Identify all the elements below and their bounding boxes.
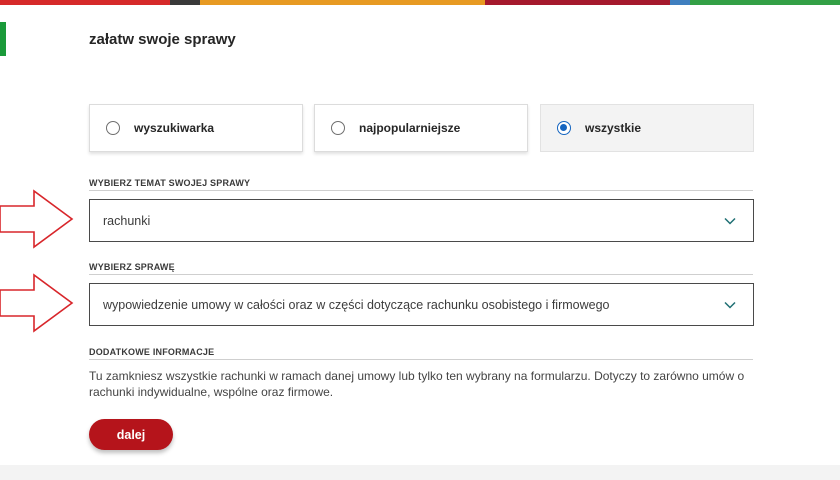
tab-label: najpopularniejsze <box>359 121 461 135</box>
chevron-down-icon[interactable] <box>723 298 737 312</box>
annotation-arrow-icon <box>0 273 74 333</box>
matter-label: WYBIERZ SPRAWĘ <box>89 262 175 272</box>
topic-select-value: rachunki <box>103 213 151 228</box>
page-title: załatw swoje sprawy <box>89 31 236 48</box>
annotation-arrow-icon <box>0 189 74 249</box>
green-accent-bar <box>0 22 6 56</box>
topic-label: WYBIERZ TEMAT SWOJEJ SPRAWY <box>89 178 251 188</box>
matter-select[interactable]: wypowiedzenie umowy w całości oraz w czę… <box>89 283 754 326</box>
tab-najpopularniejsze[interactable]: najpopularniejsze <box>314 104 528 152</box>
tab-label: wszystkie <box>585 121 642 135</box>
strip-segment <box>200 0 485 5</box>
radio-button-icon[interactable] <box>331 121 345 135</box>
strip-segment <box>485 0 670 5</box>
topic-select[interactable]: rachunki <box>89 199 754 242</box>
radio-button-icon[interactable] <box>106 121 120 135</box>
tab-wyszukiwarka[interactable]: wyszukiwarka <box>89 104 303 152</box>
brand-color-strip <box>0 0 840 5</box>
additional-info-text: Tu zamkniesz wszystkie rachunki w ramach… <box>89 369 745 399</box>
strip-segment <box>670 0 690 5</box>
tab-label: wyszukiwarka <box>134 121 215 135</box>
divider <box>89 359 753 360</box>
chevron-down-icon[interactable] <box>723 214 737 228</box>
footer-band <box>0 465 840 480</box>
matter-select-value: wypowiedzenie umowy w całości oraz w czę… <box>103 297 610 312</box>
strip-segment <box>170 0 200 5</box>
strip-segment <box>690 0 840 5</box>
divider <box>89 190 753 191</box>
page: załatw swoje sprawy wyszukiwarka najpopu… <box>0 0 840 480</box>
additional-info-label: DODATKOWE INFORMACJE <box>89 347 215 357</box>
divider <box>89 274 753 275</box>
next-button[interactable]: dalej <box>89 419 173 450</box>
radio-selected-icon[interactable] <box>557 121 571 135</box>
strip-segment <box>0 0 170 5</box>
tab-wszystkie[interactable]: wszystkie <box>540 104 754 152</box>
